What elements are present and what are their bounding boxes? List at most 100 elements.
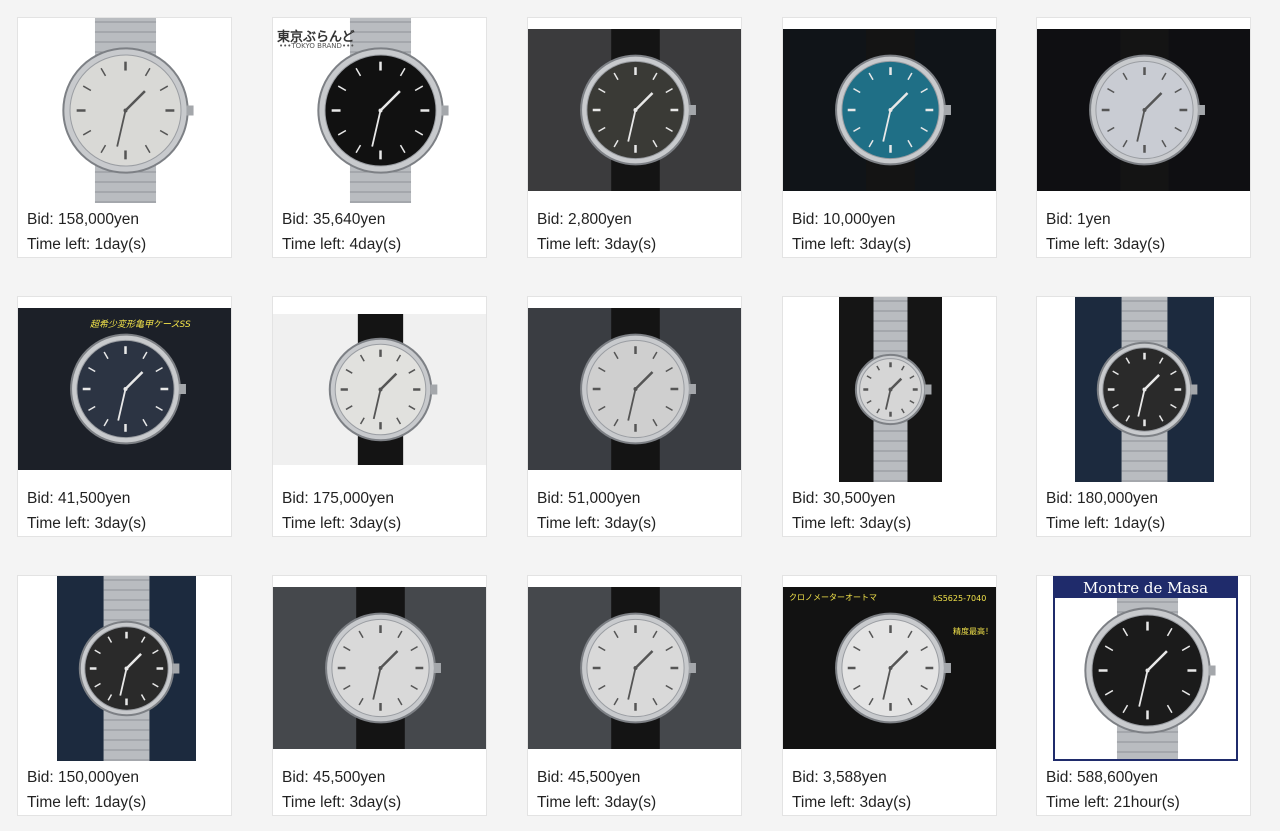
time-left: Time left: 3day(s) — [792, 794, 912, 811]
hand-pivot — [888, 666, 893, 670]
watch-image[interactable]: Montre de Masa — [1037, 576, 1250, 761]
bid-amount: Bid: 588,600yen — [1046, 769, 1159, 786]
listing-card[interactable]: 超希少変形亀甲ケースSS Bid: 41,500yen Time left: 3… — [17, 296, 232, 537]
watch-crown — [430, 384, 438, 395]
time-left: Time left: 1day(s) — [27, 794, 147, 811]
image-caption-model: kS5625-7040 — [933, 594, 987, 603]
watch-crown — [943, 663, 951, 673]
bid-amount: Bid: 1yen — [1046, 211, 1111, 228]
listing-grid: Bid: 158,000yen Time left: 1day(s) 東京ぶらん… — [0, 0, 1280, 831]
watch-image[interactable] — [273, 297, 486, 482]
listing-card[interactable]: Bid: 180,000yen Time left: 1day(s) — [1036, 296, 1251, 537]
watch-photo — [1037, 29, 1250, 191]
image-caption: 超希少変形亀甲ケースSS — [90, 320, 191, 330]
bid-amount: Bid: 158,000yen — [27, 211, 140, 228]
image-watermark-sub: •••TOKYO BRAND••• — [279, 42, 355, 50]
watch-image[interactable] — [1037, 18, 1250, 203]
watch-crown — [172, 663, 180, 674]
hand-pivot — [1142, 108, 1147, 112]
listing-card[interactable]: Bid: 150,000yen Time left: 1day(s) — [17, 575, 232, 816]
time-left: Time left: 1day(s) — [1046, 515, 1166, 532]
time-left: Time left: 3day(s) — [792, 515, 912, 532]
hand-pivot — [378, 387, 383, 392]
watch-image[interactable] — [783, 297, 996, 482]
watch-image[interactable] — [528, 297, 741, 482]
bid-amount: Bid: 30,500yen — [792, 490, 896, 507]
hand-pivot — [123, 387, 128, 391]
watch-image[interactable] — [783, 18, 996, 203]
watch-photo — [783, 587, 996, 749]
watch-image[interactable]: 超希少変形亀甲ケースSS — [18, 297, 231, 482]
bid-amount: Bid: 180,000yen — [1046, 490, 1159, 507]
watch-image[interactable] — [273, 576, 486, 761]
watch-crown — [688, 105, 696, 115]
watch-crown — [433, 663, 441, 673]
bid-amount: Bid: 45,500yen — [537, 769, 641, 786]
watch-image[interactable] — [1037, 297, 1250, 482]
image-caption: クロノメーターオートマ — [789, 593, 877, 602]
watch-crown — [178, 384, 186, 394]
watch-photo — [528, 308, 741, 470]
hand-pivot — [888, 108, 893, 112]
watch-image[interactable]: 東京ぶらんど •••TOKYO BRAND••• — [273, 18, 486, 203]
watch-crown — [943, 105, 951, 115]
hand-pivot — [123, 108, 128, 113]
listing-card[interactable]: Bid: 30,500yen Time left: 3day(s) — [782, 296, 997, 537]
listing-card[interactable]: Bid: 45,500yen Time left: 3day(s) — [527, 575, 742, 816]
watch-image[interactable] — [18, 576, 231, 761]
watch-crown — [441, 105, 449, 116]
watch-crown — [924, 384, 932, 395]
bid-amount: Bid: 150,000yen — [27, 769, 140, 786]
listing-card[interactable]: 東京ぶらんど •••TOKYO BRAND••• Bid: 35,640yen … — [272, 17, 487, 258]
time-left: Time left: 3day(s) — [792, 236, 912, 253]
time-left: Time left: 3day(s) — [27, 515, 147, 532]
watch-crown — [1190, 384, 1198, 395]
time-left: Time left: 3day(s) — [537, 515, 657, 532]
listing-card[interactable]: Bid: 45,500yen Time left: 3day(s) — [272, 575, 487, 816]
watch-crown — [1197, 105, 1205, 115]
watch-image[interactable] — [18, 18, 231, 203]
time-left: Time left: 4day(s) — [282, 236, 402, 253]
watch-photo — [783, 29, 996, 191]
watch-image[interactable] — [528, 18, 741, 203]
listing-card[interactable]: クロノメーターオートマ kS5625-7040 精度最高！ Bid: 3,588… — [782, 575, 997, 816]
hand-pivot — [378, 666, 383, 670]
watch-photo — [273, 587, 486, 749]
watch-crown — [688, 663, 696, 673]
watch-photo — [839, 297, 942, 482]
image-caption-accuracy: 精度最高！ — [953, 627, 993, 636]
hand-pivot — [1145, 668, 1150, 673]
watch-photo — [273, 314, 486, 465]
listing-card[interactable]: Bid: 1yen Time left: 3day(s) — [1036, 17, 1251, 258]
watch-crown — [688, 384, 696, 394]
brand-banner: Montre de Masa — [1055, 578, 1236, 598]
listing-card[interactable]: Montre de Masa Bid: 588,600yen Time left… — [1036, 575, 1251, 816]
watch-photo — [18, 308, 231, 470]
time-left: Time left: 3day(s) — [282, 794, 402, 811]
listing-card[interactable]: Bid: 51,000yen Time left: 3day(s) — [527, 296, 742, 537]
bid-amount: Bid: 41,500yen — [27, 490, 131, 507]
watch-photo — [18, 18, 231, 203]
hand-pivot — [378, 108, 383, 113]
bid-amount: Bid: 175,000yen — [282, 490, 395, 507]
bid-amount: Bid: 51,000yen — [537, 490, 641, 507]
watch-image[interactable]: クロノメーターオートマ kS5625-7040 精度最高！ — [783, 576, 996, 761]
time-left: Time left: 1day(s) — [27, 236, 147, 253]
listing-card[interactable]: Bid: 158,000yen Time left: 1day(s) — [17, 17, 232, 258]
watch-photo — [1055, 578, 1236, 759]
listing-card[interactable]: Bid: 175,000yen Time left: 3day(s) — [272, 296, 487, 537]
bid-amount: Bid: 2,800yen — [537, 211, 632, 228]
listing-card[interactable]: Bid: 10,000yen Time left: 3day(s) — [782, 17, 997, 258]
hand-pivot — [633, 108, 638, 112]
hand-pivot — [888, 387, 893, 392]
bid-amount: Bid: 3,588yen — [792, 769, 887, 786]
watch-crown — [186, 105, 194, 116]
hand-pivot — [124, 666, 129, 671]
listing-card[interactable]: Bid: 2,800yen Time left: 3day(s) — [527, 17, 742, 258]
watch-image[interactable] — [528, 576, 741, 761]
watch-photo — [57, 576, 196, 761]
bid-amount: Bid: 10,000yen — [792, 211, 896, 228]
watch-photo — [528, 29, 741, 191]
hand-pivot — [633, 666, 638, 670]
watch-crown — [1208, 665, 1216, 676]
